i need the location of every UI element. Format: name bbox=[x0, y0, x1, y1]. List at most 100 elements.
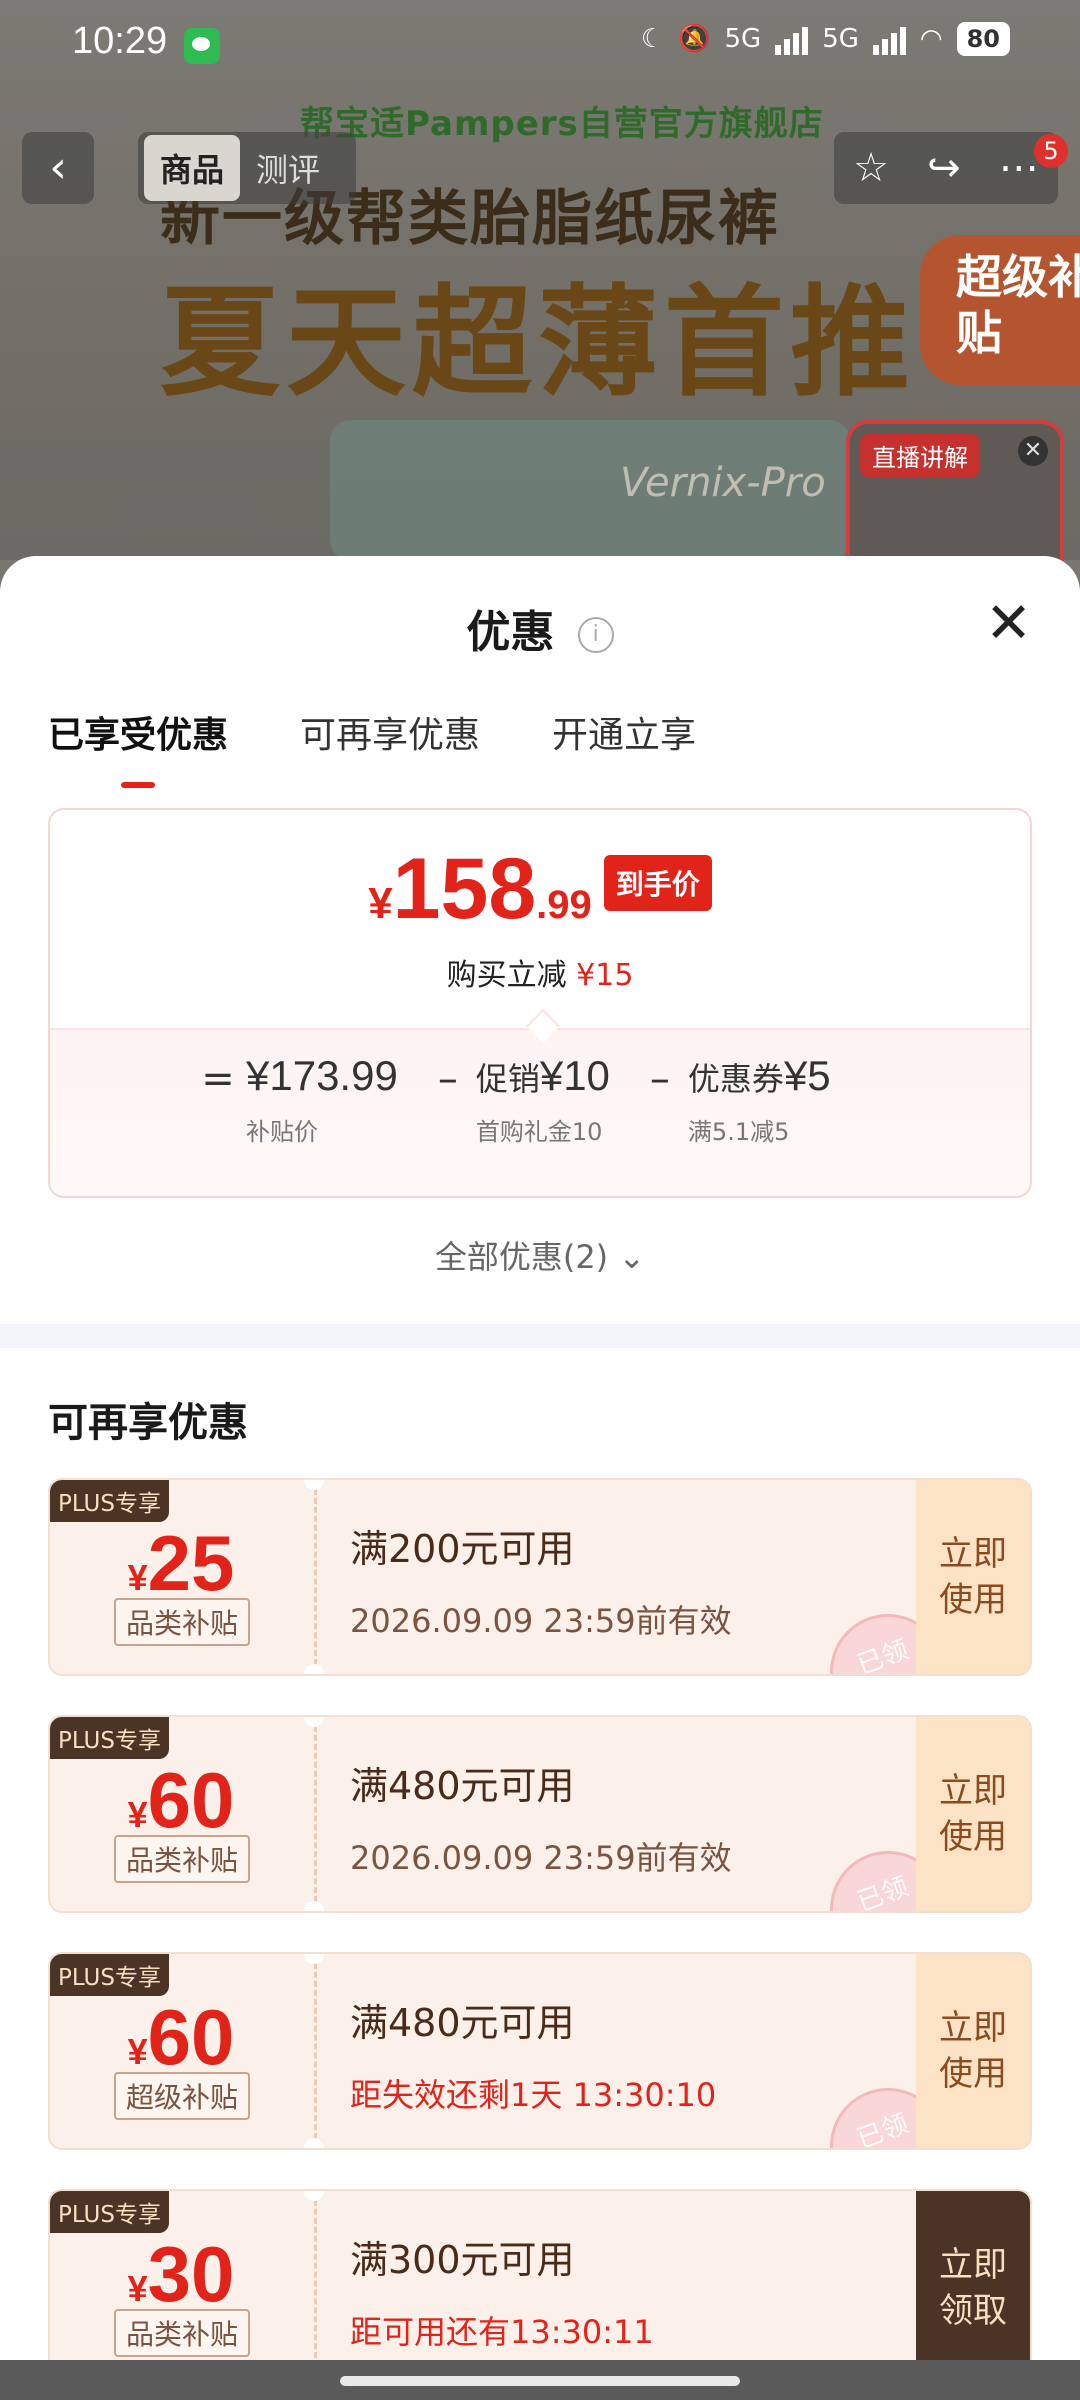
price-summary: ¥158.99 到手价 购买立减 ¥15 bbox=[50, 810, 1030, 1028]
coupon-validity: 2026.09.09 23:59前有效 bbox=[350, 1602, 732, 1640]
coupon-category: 超级补贴 bbox=[114, 2072, 251, 2120]
tab-enjoyed-offers[interactable]: 已享受优惠 bbox=[48, 706, 228, 788]
info-icon[interactable]: i bbox=[577, 617, 614, 653]
chevron-down-icon: ⌄ bbox=[618, 1238, 646, 1276]
coupon-separator bbox=[314, 1954, 317, 2148]
coupon-card[interactable]: PLUS专享 ¥60 品类补贴 满480元可用 2026.09.09 23:59前有效已… bbox=[48, 1715, 1032, 1913]
plus-exclusive-tag: PLUS专享 bbox=[50, 1480, 169, 1522]
coupon-action-button[interactable]: 立即领取 bbox=[916, 2191, 1030, 2385]
tab-activate-offers[interactable]: 开通立享 bbox=[552, 706, 696, 758]
mute-icon: 🔕 bbox=[678, 24, 711, 54]
price-breakdown-card: ¥158.99 到手价 购买立减 ¥15 = ¥173.99 补贴价 – 促销¥1… bbox=[48, 808, 1032, 1198]
more-icon[interactable]: ⋯ bbox=[999, 145, 1039, 191]
product-pack-image: Vernix-Pro bbox=[330, 420, 850, 560]
formula-coupon: 优惠券¥5 满5.1减5 bbox=[688, 1052, 831, 1147]
final-price-pill: 到手价 bbox=[603, 855, 712, 911]
live-tag: 直播讲解 bbox=[860, 434, 980, 477]
coupon-value: 60 bbox=[147, 1756, 235, 1844]
final-price: ¥158.99 到手价 bbox=[50, 840, 1030, 939]
section-title: 可再享优惠 bbox=[48, 1400, 248, 1446]
all-offers-toggle[interactable]: 全部优惠(2) ⌄ bbox=[0, 1232, 1080, 1278]
reduce-label: 购买立减 bbox=[446, 958, 567, 993]
coupon-hole bbox=[304, 2191, 324, 2201]
coupon-condition: 满200元可用 bbox=[350, 1527, 575, 1571]
coupon-hole bbox=[304, 1717, 324, 1727]
sheet-title: 优惠 i bbox=[0, 596, 1080, 660]
formula-subsidy-price: ¥173.99 补贴价 bbox=[246, 1052, 398, 1147]
coupon-amount: ¥25 bbox=[50, 1518, 312, 1609]
formula-label: 优惠券 bbox=[687, 1060, 784, 1098]
reduce-value: ¥15 bbox=[576, 958, 634, 993]
price-decimal: .99 bbox=[536, 883, 592, 927]
formula-sub: 满5.1减5 bbox=[687, 1118, 790, 1146]
coupon-validity: 距失效还剩1天 13:30:10 bbox=[350, 2076, 717, 2114]
formula-sub: 首购礼金10 bbox=[475, 1118, 603, 1146]
coupon-hole bbox=[304, 1901, 324, 1911]
moon-icon: ☾ bbox=[640, 24, 665, 54]
coupon-currency: ¥ bbox=[127, 2268, 148, 2309]
headline-2: 夏天超薄首推 bbox=[160, 274, 916, 413]
coupon-separator bbox=[314, 2191, 317, 2385]
coupon-hole bbox=[304, 2138, 324, 2148]
section-divider bbox=[0, 1324, 1080, 1348]
price-formula: = ¥173.99 补贴价 – 促销¥10 首购礼金10 – 优惠券¥5 满5.… bbox=[190, 1052, 853, 1147]
minus-sign: – bbox=[649, 1056, 670, 1102]
tab-more-offers[interactable]: 可再享优惠 bbox=[300, 706, 480, 758]
price-currency: ¥ bbox=[368, 879, 393, 928]
coupon-value: 60 bbox=[147, 1993, 235, 2081]
status-bar: 10:29 ☾ 🔕 5G 5G ◠ 80 bbox=[0, 0, 1080, 90]
live-stream-window[interactable]: 直播讲解 ✕ bbox=[846, 420, 1064, 578]
store-name: 帮宝适Pampers自营官方旗舰店 bbox=[300, 104, 824, 144]
coupon-currency: ¥ bbox=[127, 2031, 148, 2072]
coupon-card[interactable]: PLUS专享 ¥60 超级补贴 满480元可用 距失效还剩1天 13:30:10 已领 立即… bbox=[48, 1952, 1032, 2150]
formula-value: ¥5 bbox=[783, 1052, 831, 1099]
wechat-icon bbox=[184, 28, 220, 64]
coupon-card[interactable]: PLUS专享 ¥25 品类补贴 满200元可用 2026.09.09 23:59前有效已… bbox=[48, 1478, 1032, 1676]
coupon-action-button[interactable]: 立即使用 bbox=[916, 1480, 1030, 1674]
close-live-icon[interactable]: ✕ bbox=[1018, 436, 1048, 466]
coupon-card[interactable]: PLUS专享 ¥30 品类补贴 满300元可用 距可用还有13:30:11 立即领取 bbox=[48, 2189, 1032, 2387]
purchase-reduction: 购买立减 ¥15 bbox=[50, 950, 1030, 994]
coupon-condition: 满480元可用 bbox=[350, 2001, 575, 2045]
coupon-condition: 满480元可用 bbox=[350, 1764, 575, 1808]
all-offers-label: 全部优惠(2) bbox=[434, 1238, 609, 1276]
network-label-2: 5G bbox=[822, 24, 859, 54]
formula-promotion: 促销¥10 首购礼金10 bbox=[476, 1052, 610, 1147]
signal-icon-2 bbox=[872, 23, 906, 55]
offer-tabs: 已享受优惠 可再享优惠 开通立享 bbox=[48, 706, 696, 788]
price-formula-area: = ¥173.99 补贴价 – 促销¥10 首购礼金10 – 优惠券¥5 满5.… bbox=[50, 1028, 1030, 1196]
coupon-amount: ¥60 bbox=[50, 1992, 312, 2083]
product-tabs: 商品 测评 bbox=[138, 132, 356, 204]
sheet-title-text: 优惠 bbox=[466, 607, 555, 658]
coupon-action-button[interactable]: 立即使用 bbox=[916, 1954, 1030, 2148]
coupon-hole bbox=[304, 1664, 324, 1674]
coupon-separator bbox=[314, 1717, 317, 1911]
header-actions: ☆ ↪ ⋯ bbox=[834, 132, 1058, 204]
coupon-category: 品类补贴 bbox=[114, 1598, 251, 1646]
coupon-action-button[interactable]: 立即使用 bbox=[916, 1717, 1030, 1911]
wifi-icon: ◠ bbox=[919, 24, 943, 54]
coupon-validity: 2026.09.09 23:59前有效 bbox=[350, 1839, 732, 1877]
coupon-currency: ¥ bbox=[127, 1557, 148, 1598]
coupon-hole bbox=[304, 1480, 324, 1490]
formula-label: 促销 bbox=[475, 1060, 540, 1098]
formula-sub: 补贴价 bbox=[246, 1118, 318, 1146]
coupon-category: 品类补贴 bbox=[114, 1835, 251, 1883]
minus-sign: – bbox=[437, 1056, 458, 1102]
coupon-amount: ¥60 bbox=[50, 1755, 312, 1846]
plus-exclusive-tag: PLUS专享 bbox=[50, 2191, 169, 2233]
coupon-category: 品类补贴 bbox=[114, 2309, 251, 2357]
offers-sheet: 优惠 i ✕ 已享受优惠 可再享优惠 开通立享 ¥158.99 到手价 购买立减 … bbox=[0, 556, 1080, 2400]
formula-value: ¥173.99 bbox=[246, 1052, 398, 1099]
tab-product[interactable]: 商品 bbox=[144, 135, 241, 201]
close-icon[interactable]: ✕ bbox=[985, 596, 1032, 652]
coupon-separator bbox=[314, 1480, 317, 1674]
coupon-amount: ¥30 bbox=[50, 2229, 312, 2320]
home-indicator[interactable] bbox=[340, 2376, 740, 2386]
tab-review[interactable]: 测评 bbox=[240, 135, 336, 201]
equals-sign: = bbox=[201, 1056, 235, 1102]
favorite-star-icon[interactable]: ☆ bbox=[853, 145, 889, 191]
back-button[interactable]: ‹ bbox=[22, 132, 94, 204]
pack-text: Vernix-Pro bbox=[620, 460, 826, 506]
share-icon[interactable]: ↪ bbox=[927, 145, 961, 191]
